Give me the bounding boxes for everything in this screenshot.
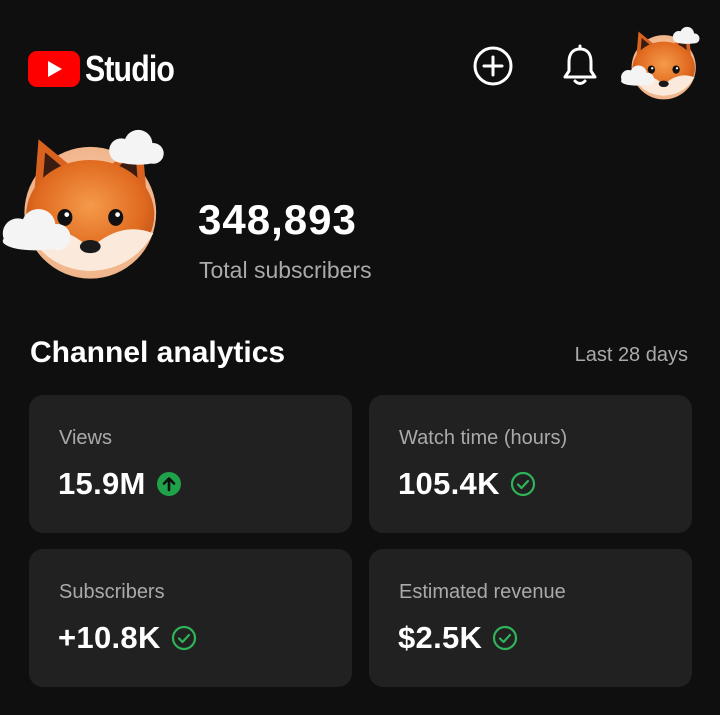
studio-app: Studio 348,893 Total subscribers Channel…	[0, 0, 720, 715]
fox-avatar-icon	[0, 128, 190, 288]
watch-time-card[interactable]: Watch time (hours) 105.4K	[369, 395, 692, 533]
channel-avatar	[0, 128, 190, 288]
studio-logo[interactable]: Studio	[28, 50, 191, 88]
total-subscribers-label: Total subscribers	[199, 257, 372, 283]
create-button[interactable]	[469, 44, 517, 92]
card-label: Subscribers	[59, 581, 165, 603]
youtube-play-icon	[28, 51, 80, 87]
views-card[interactable]: Views 15.9M	[29, 395, 352, 533]
check-circle-icon	[510, 471, 536, 497]
estimated-revenue-card[interactable]: Estimated revenue $2.5K	[369, 549, 692, 687]
fox-avatar-icon	[616, 26, 716, 104]
card-value: 15.9M	[58, 466, 146, 501]
card-value: $2.5K	[398, 620, 483, 655]
card-value-row: $2.5K	[398, 620, 518, 656]
add-circle-icon	[471, 44, 515, 93]
account-avatar[interactable]	[616, 26, 716, 104]
total-subscribers-value: 348,893	[198, 196, 357, 243]
notifications-button[interactable]	[556, 44, 604, 92]
bell-icon	[560, 44, 600, 93]
card-value: 105.4K	[398, 466, 500, 501]
card-label: Watch time (hours)	[399, 427, 568, 449]
check-circle-icon	[171, 625, 197, 651]
card-value-row: 105.4K	[398, 466, 536, 502]
period-selector[interactable]: Last 28 days	[575, 344, 688, 367]
card-value: +10.8K	[58, 620, 161, 655]
subscribers-card[interactable]: Subscribers +10.8K	[29, 549, 352, 687]
card-value-row: 15.9M	[58, 466, 182, 502]
arrow-up-circle-icon	[156, 471, 182, 497]
top-app-bar: Studio	[0, 0, 720, 140]
card-value-row: +10.8K	[58, 620, 197, 656]
card-label: Estimated revenue	[399, 581, 566, 603]
logo-text: Studio	[85, 48, 175, 89]
channel-analytics-title: Channel analytics	[30, 336, 286, 369]
check-circle-icon	[492, 625, 518, 651]
card-label: Views	[59, 427, 112, 449]
